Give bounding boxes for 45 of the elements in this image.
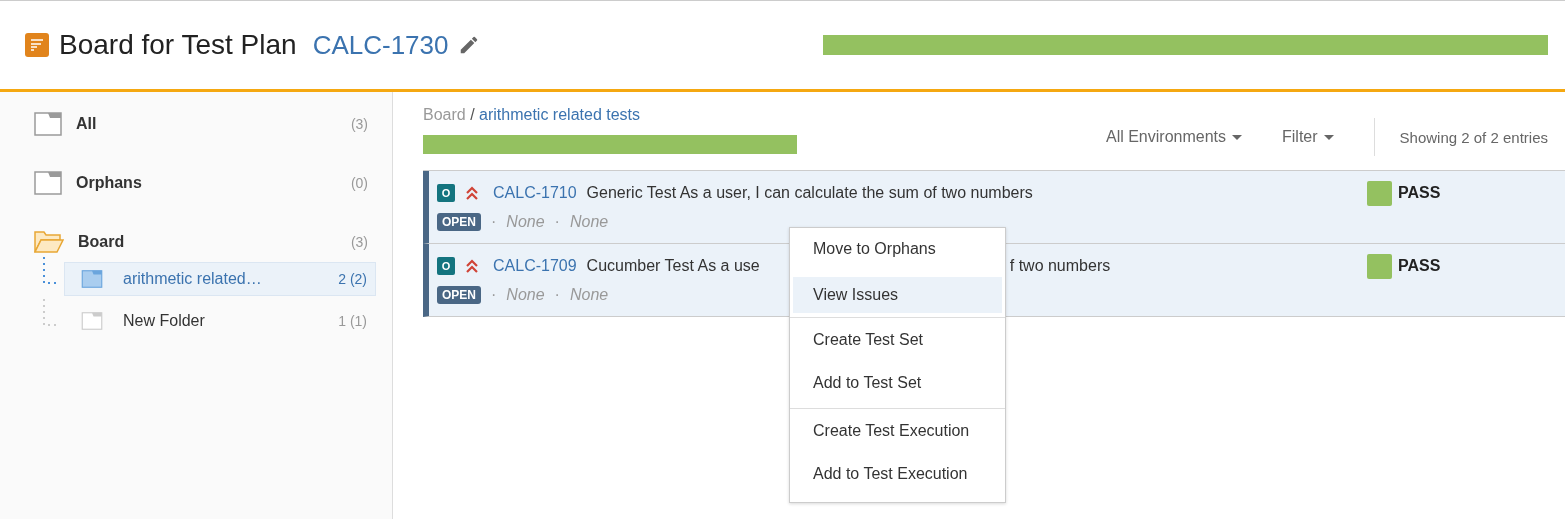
meta-value: None [569,213,609,231]
folder-icon [81,270,103,288]
menu-item[interactable]: View Issues [793,277,1002,313]
separator-dot: · [554,286,560,304]
meta-value: None [569,286,609,304]
test-summary: Cucumber Test As a use [586,257,760,275]
tree-connector [42,299,58,329]
folder-icon [34,171,62,195]
folder-item[interactable]: arithmetic related… 2 (2) [64,262,376,296]
entries-count: Showing 2 of 2 entries [1399,128,1549,146]
folder-item[interactable]: New Folder 1 (1) [64,304,376,338]
test-type-icon: O [437,184,455,202]
folder-icon [34,112,62,136]
sidebar-item[interactable]: Board (3) [32,230,376,254]
test-summary: f two numbers [1009,257,1111,275]
tree-connector [42,257,58,287]
filter-dropdown[interactable]: Filter [1282,128,1334,146]
sidebar-item[interactable]: All (3) [32,112,376,136]
menu-item[interactable]: Add to Test Execution [793,456,1002,499]
separator-dot: · [554,213,560,231]
test-type-icon: O [437,257,455,275]
test-summary: Generic Test As a user, I can calculate the sum of two numbers [586,184,1033,202]
breadcrumb-separator: / [470,106,475,123]
test-plan-icon [25,33,49,57]
status-lozenge: OPEN [437,286,481,304]
issue-link[interactable]: CALC-1730 [312,29,449,61]
meta-value: None [506,286,545,304]
breadcrumb-current: arithmetic related tests [479,106,640,123]
issue-link[interactable]: CALC-1710 [493,184,577,202]
sidebar-item[interactable]: Orphans (0) [32,171,376,195]
result-label: PASS [1398,257,1441,275]
status-lozenge: OPEN [437,213,481,231]
issue-link[interactable]: CALC-1709 [493,257,577,275]
priority-icon [465,186,479,200]
result-label: PASS [1398,184,1441,202]
menu-item[interactable]: Create Test Execution [793,413,1002,456]
menu-item[interactable]: Create Test Set [793,322,1002,365]
page-title: Board for Test Plan [59,29,297,61]
separator-dot: · [491,213,497,231]
priority-icon [465,259,479,273]
environment-dropdown[interactable]: All Environments [1105,128,1242,146]
menu-item[interactable]: Add to Test Set [793,365,1002,408]
separator-dot: · [491,286,497,304]
meta-value: None [506,213,545,231]
folder-icon [81,312,103,330]
